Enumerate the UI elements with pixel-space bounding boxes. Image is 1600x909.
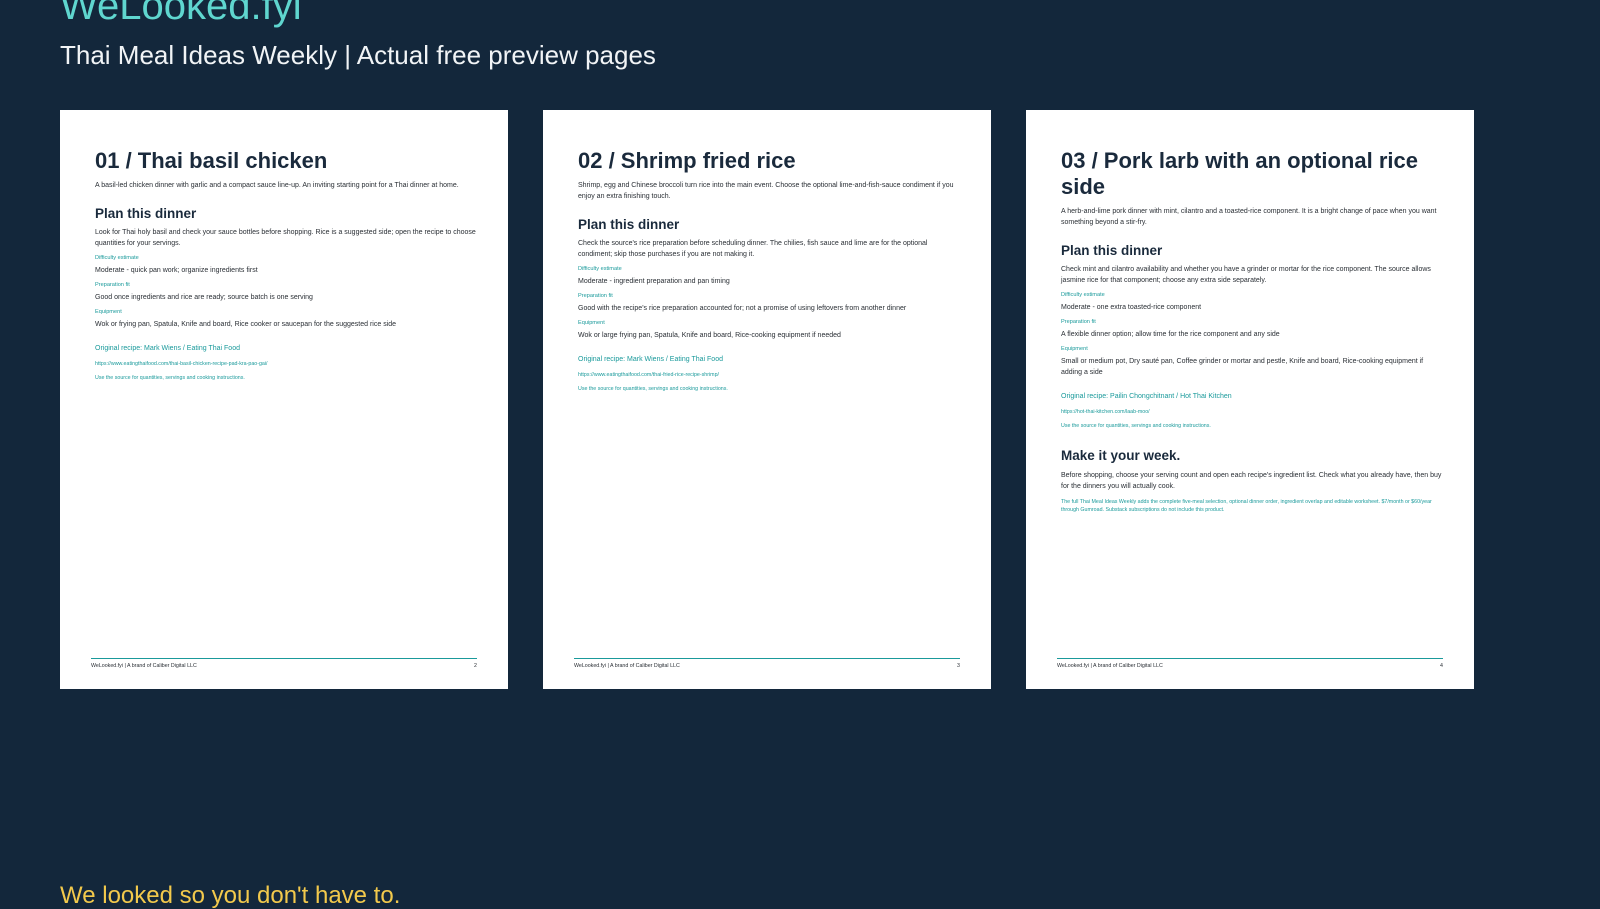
recipe-title: 02 / Shrimp fried rice (578, 148, 796, 173)
difficulty-label: Difficulty estimate (578, 266, 622, 272)
page-footer: WeLooked.fyi | A brand of Caliber Digita… (1057, 663, 1443, 669)
plan-text: Check the source's rice preparation befo… (578, 240, 928, 258)
difficulty-label: Difficulty estimate (95, 255, 139, 261)
recipe-title: 03 / Pork larb with an optional rice sid… (1061, 148, 1418, 199)
prep-label: Preparation fit (95, 282, 130, 288)
equipment-label: Equipment (1061, 346, 1088, 352)
prep-value: Good with the recipe's rice preparation … (578, 305, 907, 312)
difficulty-value: Moderate - one extra toasted-rice compon… (1061, 304, 1202, 311)
prep-label: Preparation fit (578, 293, 613, 299)
difficulty-value: Moderate - quick pan work; organize ingr… (95, 267, 258, 274)
preview-page-2: 02 / Shrimp fried rice Shrimp, egg and C… (543, 110, 991, 689)
footer-divider (574, 658, 960, 659)
preview-page-1: 01 / Thai basil chicken A basil-led chic… (60, 110, 508, 689)
source-url-link[interactable]: https://hot-thai-kitchen.com/laab-moo/ (1061, 408, 1442, 416)
source-credit: Original recipe: Pailin Chongchitnant / … (1061, 393, 1232, 400)
page-number: 4 (1440, 663, 1443, 669)
footer-brand: WeLooked.fyi | A brand of Caliber Digita… (91, 663, 197, 669)
recipe-intro: A herb-and-lime pork dinner with mint, c… (1061, 208, 1437, 226)
page-footer: WeLooked.fyi | A brand of Caliber Digita… (574, 663, 960, 669)
plan-heading: Plan this dinner (1061, 243, 1163, 258)
source-credit: Original recipe: Mark Wiens / Eating Tha… (95, 345, 240, 352)
week-text: Before shopping, choose your serving cou… (1061, 472, 1442, 490)
footer-divider (91, 658, 477, 659)
source-credit: Original recipe: Mark Wiens / Eating Tha… (578, 356, 723, 363)
difficulty-value: Moderate - ingredient preparation and pa… (578, 278, 730, 285)
recipe-intro: Shrimp, egg and Chinese broccoli turn ri… (578, 182, 954, 200)
equipment-label: Equipment (578, 320, 605, 326)
equipment-value: Wok or large frying pan, Spatula, Knife … (578, 332, 841, 339)
equipment-label: Equipment (95, 309, 122, 315)
page-footer: WeLooked.fyi | A brand of Caliber Digita… (91, 663, 477, 669)
preview-page-3: 03 / Pork larb with an optional rice sid… (1026, 110, 1474, 689)
source-url-link[interactable]: https://www.eatingthaifood.com/thai-basi… (95, 360, 476, 368)
use-source-note: Use the source for quantities, servings … (1061, 423, 1211, 429)
plan-text: Look for Thai holy basil and check your … (95, 229, 476, 247)
page-number: 3 (957, 663, 960, 669)
equipment-value: Wok or frying pan, Spatula, Knife and bo… (95, 321, 397, 328)
prep-value: Good once ingredients and rice are ready… (95, 294, 313, 301)
promo-text: The full Thai Meal Ideas Weekly adds the… (1061, 499, 1432, 513)
plan-text: Check mint and cilantro availability and… (1061, 266, 1431, 284)
footer-brand: WeLooked.fyi | A brand of Caliber Digita… (1057, 663, 1163, 669)
prep-label: Preparation fit (1061, 319, 1096, 325)
week-heading: Make it your week. (1061, 448, 1181, 463)
use-source-note: Use the source for quantities, servings … (578, 386, 728, 392)
tagline: We looked so you don't have to. (60, 882, 401, 909)
plan-heading: Plan this dinner (578, 217, 680, 232)
equipment-value: Small or medium pot, Dry sauté pan, Coff… (1061, 358, 1424, 376)
prep-value: A flexible dinner option; allow time for… (1061, 331, 1280, 338)
brand-logo-text: WeLooked.fyi (60, 0, 302, 28)
page-number: 2 (474, 663, 477, 669)
footer-divider (1057, 658, 1443, 659)
footer-brand: WeLooked.fyi | A brand of Caliber Digita… (574, 663, 680, 669)
plan-heading: Plan this dinner (95, 206, 197, 221)
difficulty-label: Difficulty estimate (1061, 292, 1105, 298)
recipe-title: 01 / Thai basil chicken (95, 148, 328, 173)
recipe-intro: A basil-led chicken dinner with garlic a… (95, 182, 459, 189)
source-url-link[interactable]: https://www.eatingthaifood.com/thai-frie… (578, 371, 959, 379)
page-subtitle: Thai Meal Ideas Weekly | Actual free pre… (60, 40, 656, 70)
use-source-note: Use the source for quantities, servings … (95, 375, 245, 381)
